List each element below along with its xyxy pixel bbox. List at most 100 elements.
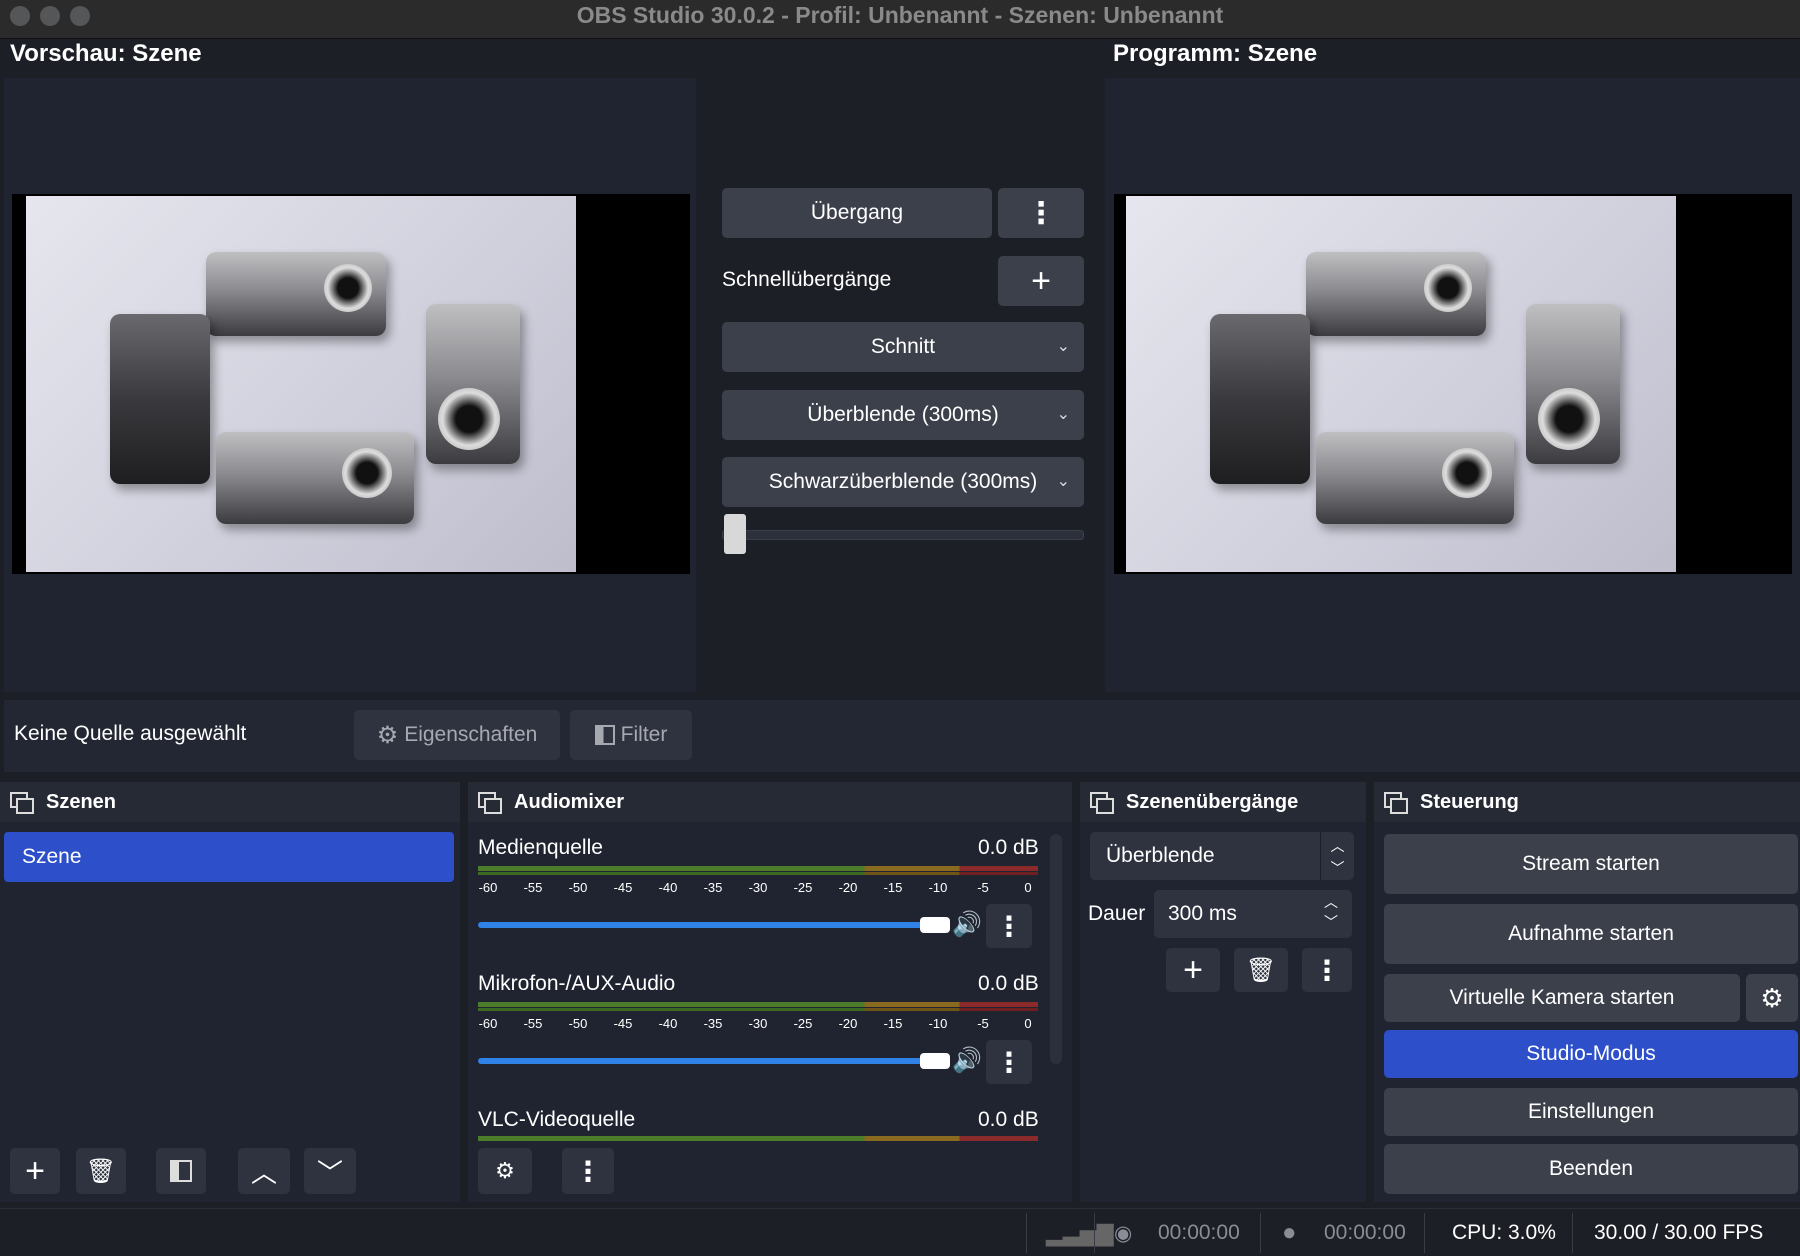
dock-undock-icon[interactable] — [10, 792, 34, 814]
network-signal-icon: ▂▃▅▇ — [1046, 1221, 1114, 1246]
chevron-down-icon: ⌄ — [1056, 406, 1070, 423]
virtual-camera-gear-icon[interactable]: ⚙ — [1746, 974, 1798, 1022]
title-bar: OBS Studio 30.0.2 - Profil: Unbenannt - … — [0, 0, 1800, 39]
meter-tick-label: -45 — [613, 880, 633, 895]
volume-slider-handle[interactable] — [920, 1053, 950, 1069]
channel-level: 0.0 dB — [978, 1108, 1039, 1131]
audiomixer-scrollbar[interactable] — [1050, 834, 1062, 1064]
transition-select[interactable]: Überblende ︿ ﹀ — [1090, 832, 1354, 880]
meter-tick-label: -25 — [793, 880, 813, 895]
studio-mode-button[interactable]: Studio-Modus — [1384, 1030, 1798, 1078]
select-arrows-icon: ︿ ﹀ — [1320, 832, 1354, 880]
meter-tick-label: -45 — [613, 1016, 633, 1031]
speaker-icon[interactable]: 🔊 — [952, 910, 982, 939]
quick-transition-label: Überblende (300ms) — [807, 403, 999, 426]
move-scene-down-button[interactable]: ﹀ — [304, 1148, 356, 1194]
chevron-down-icon: ⌄ — [1056, 338, 1070, 355]
channel-name: Medienquelle — [478, 836, 603, 859]
scene-transitions-dock-title: Szenenübergänge — [1126, 790, 1299, 813]
start-recording-button[interactable]: Aufnahme starten — [1384, 904, 1798, 964]
spin-arrows-icon[interactable]: ︿ ﹀ — [1324, 892, 1338, 932]
stream-status-icon: ◉ — [1114, 1222, 1133, 1245]
gear-icon: ⚙ — [376, 721, 399, 749]
meter-tick-label: -20 — [838, 880, 858, 895]
add-scene-button[interactable]: + — [10, 1148, 60, 1194]
channel-name: VLC-Videoquelle — [478, 1108, 636, 1131]
quick-transition-label: Schnitt — [870, 335, 936, 358]
scene-filter-button[interactable] — [156, 1148, 206, 1194]
dock-undock-icon[interactable] — [1384, 792, 1408, 814]
program-canvas — [1114, 194, 1792, 574]
meter-tick-label: -35 — [703, 1016, 723, 1031]
audio-settings-gear-icon[interactable]: ⚙ — [478, 1148, 532, 1194]
meter-tick-label: -30 — [748, 880, 768, 895]
quick-transitions-label: Schnellübergänge — [722, 268, 892, 291]
filter-button[interactable]: Filter — [570, 710, 692, 760]
dock-undock-icon[interactable] — [478, 792, 502, 814]
source-toolbar — [4, 700, 1800, 772]
transition-button[interactable]: Übergang — [722, 188, 992, 238]
channel-level: 0.0 dB — [978, 972, 1039, 995]
t-bar-track[interactable] — [722, 530, 1084, 540]
quick-transition-item-3[interactable]: Schwarzüberblende (300ms) ⌄ — [722, 457, 1084, 507]
volume-slider-handle[interactable] — [920, 917, 950, 933]
start-stream-button[interactable]: Stream starten — [1384, 834, 1798, 894]
dock-undock-icon[interactable] — [1090, 792, 1114, 814]
quick-transition-label: Schwarzüberblende (300ms) — [768, 470, 1038, 493]
scene-transitions-dock-header: Szenenübergänge — [1080, 782, 1366, 822]
meter-tick-label: -5 — [977, 880, 989, 895]
scenes-dock-title: Szenen — [46, 790, 117, 813]
meter-tick-label: -55 — [523, 1016, 543, 1031]
add-quick-transition-button[interactable]: + — [998, 256, 1084, 306]
filter-icon — [594, 725, 615, 745]
meter-tick-label: -5 — [977, 1016, 989, 1031]
duration-value: 300 ms — [1168, 902, 1237, 925]
channel-menu-button[interactable]: ⋮ — [986, 1040, 1032, 1084]
volume-meter — [478, 866, 1038, 876]
volume-slider[interactable] — [478, 1058, 948, 1064]
speaker-icon[interactable]: 🔊 — [952, 1046, 982, 1075]
exit-button[interactable]: Beenden — [1384, 1144, 1798, 1194]
audiomixer-dock-title: Audiomixer — [514, 790, 625, 813]
properties-button[interactable]: ⚙ Eigenschaften — [354, 710, 560, 760]
meter-tick-label: -10 — [928, 880, 948, 895]
program-video-image — [1126, 196, 1676, 572]
duration-spinbox[interactable]: 300 ms ︿ ﹀ — [1154, 890, 1352, 938]
properties-label: Eigenschaften — [404, 723, 538, 746]
t-bar-handle[interactable] — [724, 514, 746, 554]
audiomixer-menu-button[interactable]: ⋮ — [562, 1148, 614, 1194]
start-virtual-camera-button[interactable]: Virtuelle Kamera starten — [1384, 974, 1740, 1022]
channel-name: Mikrofon-/AUX-Audio — [478, 972, 676, 995]
volume-meter — [478, 1002, 1038, 1012]
trash-icon[interactable]: 🗑 — [1234, 948, 1288, 992]
meter-tick-label: 0 — [1024, 880, 1032, 895]
channel-menu-button[interactable]: ⋮ — [986, 904, 1032, 948]
stream-time: 00:00:00 — [1158, 1221, 1240, 1244]
add-transition-button[interactable]: + — [1166, 948, 1220, 992]
meter-tick-label: -50 — [568, 1016, 588, 1031]
window-title: OBS Studio 30.0.2 - Profil: Unbenannt - … — [576, 2, 1224, 28]
scene-item[interactable]: Szene — [4, 832, 454, 882]
volume-slider[interactable] — [478, 922, 948, 928]
fps-display: 30.00 / 30.00 FPS — [1594, 1221, 1764, 1244]
controls-dock-title: Steuerung — [1420, 790, 1519, 813]
filter-label: Filter — [620, 723, 668, 746]
move-scene-up-button[interactable]: ︿ — [238, 1148, 290, 1194]
scene-item-label: Szene — [22, 845, 82, 868]
filter-icon — [170, 1160, 192, 1182]
meter-tick-label: -40 — [658, 880, 678, 895]
meter-tick-label: -50 — [568, 880, 588, 895]
meter-tick-label: -35 — [703, 880, 723, 895]
preview-canvas[interactable] — [12, 194, 690, 574]
preview-video-image — [26, 196, 576, 572]
transition-menu-button[interactable]: ⋮ — [998, 188, 1084, 238]
trash-icon[interactable]: 🗑 — [76, 1148, 126, 1194]
quick-transition-item-2[interactable]: Überblende (300ms) ⌄ — [722, 390, 1084, 440]
chevron-down-icon: ⌄ — [1056, 473, 1070, 490]
transition-properties-menu-button[interactable]: ⋮ — [1302, 948, 1352, 992]
quick-transition-item-1[interactable]: Schnitt ⌄ — [722, 322, 1084, 372]
no-source-label: Keine Quelle ausgewählt — [14, 722, 247, 745]
program-title: Programm: Szene — [1113, 40, 1318, 67]
settings-button[interactable]: Einstellungen — [1384, 1088, 1798, 1136]
transition-select-value: Überblende — [1106, 844, 1215, 867]
